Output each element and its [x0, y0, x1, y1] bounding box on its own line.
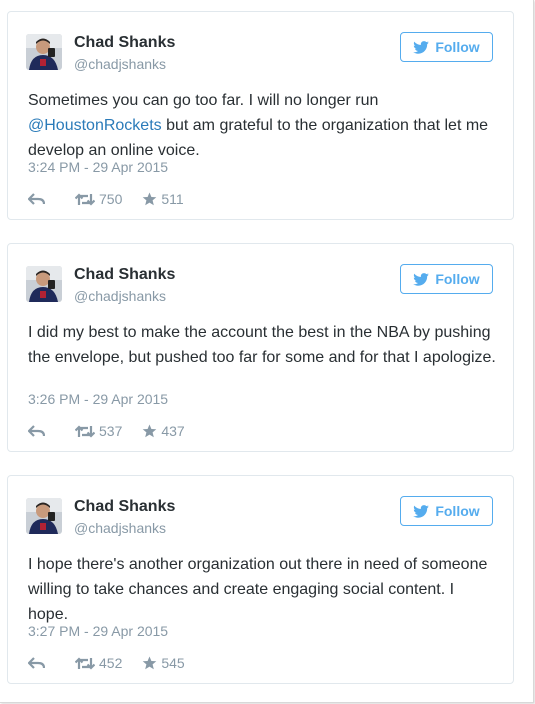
tweet-text-part: Sometimes you can go too far. I will no … — [28, 92, 379, 109]
avatar[interactable] — [26, 266, 62, 302]
username[interactable]: @chadjshanks — [74, 520, 166, 536]
tweet-text: I hope there's another organization out … — [28, 552, 498, 627]
tweet-card: Chad Shanks @chadjshanks Follow Sometime… — [7, 11, 514, 220]
retweet-icon — [75, 192, 95, 206]
tweet-card: Chad Shanks @chadjshanks Follow I hope t… — [7, 475, 514, 684]
favorite-button[interactable]: 437 — [142, 423, 185, 439]
tweet-card: Chad Shanks @chadjshanks Follow I did my… — [7, 243, 514, 452]
favorite-button[interactable]: 545 — [142, 655, 185, 671]
username[interactable]: @chadjshanks — [74, 56, 166, 72]
display-name[interactable]: Chad Shanks — [74, 498, 175, 516]
timestamp[interactable]: 3:24 PM - 29 Apr 2015 — [28, 159, 168, 175]
follow-label: Follow — [435, 39, 480, 55]
display-name[interactable]: Chad Shanks — [74, 34, 175, 52]
tweet-actions: 537 437 — [28, 422, 185, 440]
follow-label: Follow — [435, 503, 480, 519]
retweet-button[interactable]: 537 — [75, 423, 122, 439]
tweet-text: I did my best to make the account the be… — [28, 320, 498, 370]
twitter-bird-icon — [413, 504, 430, 518]
reply-icon — [28, 657, 45, 669]
tweet-text-part: I hope there's another organization out … — [28, 556, 488, 623]
tweet-actions: 750 511 — [28, 190, 184, 208]
tweet-text: Sometimes you can go too far. I will no … — [28, 88, 498, 163]
reply-button[interactable] — [28, 657, 45, 669]
retweet-icon — [75, 656, 95, 670]
follow-label: Follow — [435, 271, 480, 287]
follow-button[interactable]: Follow — [400, 264, 493, 294]
retweet-count: 750 — [99, 191, 123, 207]
favorite-count: 437 — [161, 423, 185, 439]
star-icon — [143, 192, 157, 206]
follow-button[interactable]: Follow — [400, 496, 493, 526]
retweet-icon — [75, 424, 95, 438]
favorite-count: 545 — [161, 655, 185, 671]
username[interactable]: @chadjshanks — [74, 288, 166, 304]
mention-link[interactable]: @HoustonRockets — [28, 117, 162, 134]
retweet-count: 452 — [99, 655, 123, 671]
retweet-button[interactable]: 750 — [75, 191, 122, 207]
follow-button[interactable]: Follow — [400, 32, 493, 62]
star-icon — [143, 424, 157, 438]
favorite-count: 511 — [161, 191, 184, 207]
retweet-button[interactable]: 452 — [75, 655, 122, 671]
reply-icon — [28, 425, 45, 437]
display-name[interactable]: Chad Shanks — [74, 266, 175, 284]
timestamp[interactable]: 3:26 PM - 29 Apr 2015 — [28, 391, 168, 407]
reply-icon — [28, 193, 45, 205]
timestamp[interactable]: 3:27 PM - 29 Apr 2015 — [28, 623, 168, 639]
avatar[interactable] — [26, 34, 62, 70]
tweet-actions: 452 545 — [28, 654, 185, 672]
star-icon — [143, 656, 157, 670]
favorite-button[interactable]: 511 — [142, 191, 184, 207]
avatar[interactable] — [26, 498, 62, 534]
reply-button[interactable] — [28, 193, 45, 205]
reply-button[interactable] — [28, 425, 45, 437]
twitter-bird-icon — [413, 272, 430, 286]
retweet-count: 537 — [99, 423, 123, 439]
tweet-text-part: I did my best to make the account the be… — [28, 324, 496, 366]
twitter-bird-icon — [413, 40, 430, 54]
